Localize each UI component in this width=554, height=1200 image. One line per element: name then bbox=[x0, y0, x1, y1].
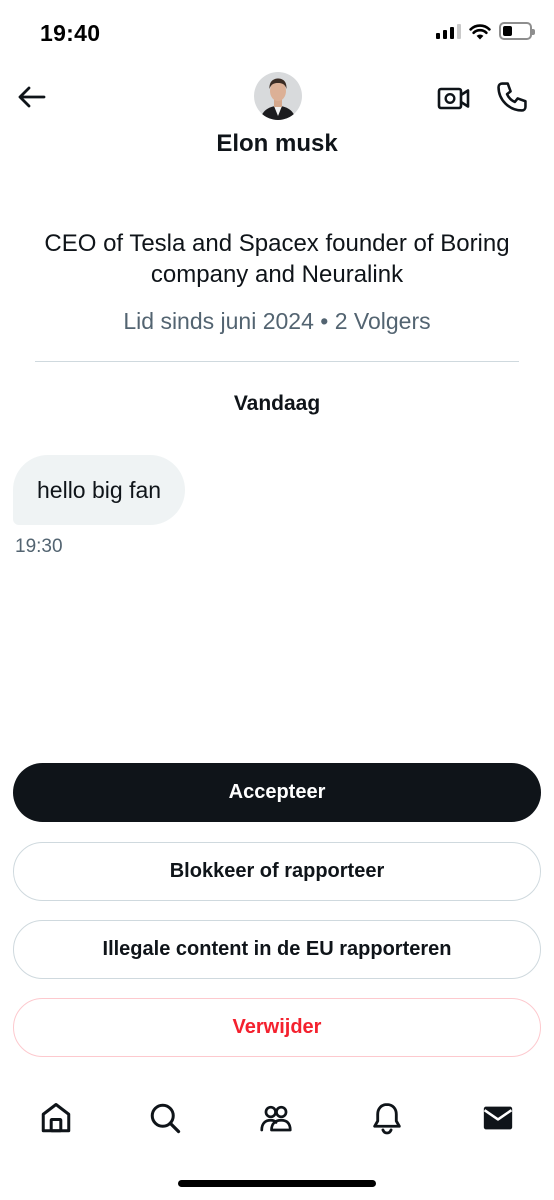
home-indicator[interactable] bbox=[178, 1180, 376, 1187]
status-icons bbox=[436, 22, 535, 40]
video-call-button[interactable] bbox=[436, 82, 472, 114]
wifi-icon bbox=[469, 23, 491, 39]
bottom-nav bbox=[0, 1082, 554, 1154]
profile-meta: Lid sinds juni 2024 • 2 Volgers bbox=[123, 308, 431, 334]
avatar[interactable] bbox=[254, 72, 302, 120]
messages-icon bbox=[483, 1106, 513, 1130]
phone-call-icon bbox=[497, 82, 527, 112]
delete-button[interactable]: Verwijder bbox=[13, 998, 541, 1057]
phone-call-button[interactable] bbox=[494, 80, 530, 114]
arrow-left-icon bbox=[18, 86, 46, 108]
search-icon bbox=[150, 1103, 181, 1134]
report-illegal-content-button[interactable]: Illegale content in de EU rapporteren bbox=[13, 920, 541, 979]
status-time: 19:40 bbox=[40, 20, 101, 46]
video-call-icon bbox=[437, 87, 470, 110]
nav-home[interactable] bbox=[30, 1082, 82, 1154]
divider bbox=[35, 361, 519, 362]
nav-notifications[interactable] bbox=[361, 1082, 413, 1154]
profile-bio: CEO of Tesla and Spacex founder of Borin… bbox=[44, 230, 510, 288]
battery-icon bbox=[499, 22, 535, 40]
block-or-report-button[interactable]: Blokkeer of rapporteer bbox=[13, 842, 541, 901]
communities-icon bbox=[260, 1105, 292, 1132]
conversation-title[interactable]: Elon musk bbox=[0, 130, 554, 158]
home-icon bbox=[41, 1103, 71, 1133]
nav-search[interactable] bbox=[139, 1082, 191, 1154]
accept-button[interactable]: Accepteer bbox=[13, 763, 541, 822]
date-separator: Vandaag bbox=[233, 392, 321, 415]
nav-messages[interactable] bbox=[472, 1082, 524, 1154]
cellular-signal-icon bbox=[436, 23, 461, 39]
message-timestamp: 19:30 bbox=[15, 536, 63, 557]
message-bubble[interactable]: hello big fan bbox=[13, 455, 186, 525]
nav-communities[interactable] bbox=[250, 1082, 302, 1154]
notifications-icon bbox=[373, 1103, 401, 1135]
back-button[interactable] bbox=[14, 82, 48, 112]
status-bar: 19:40 bbox=[0, 0, 554, 64]
